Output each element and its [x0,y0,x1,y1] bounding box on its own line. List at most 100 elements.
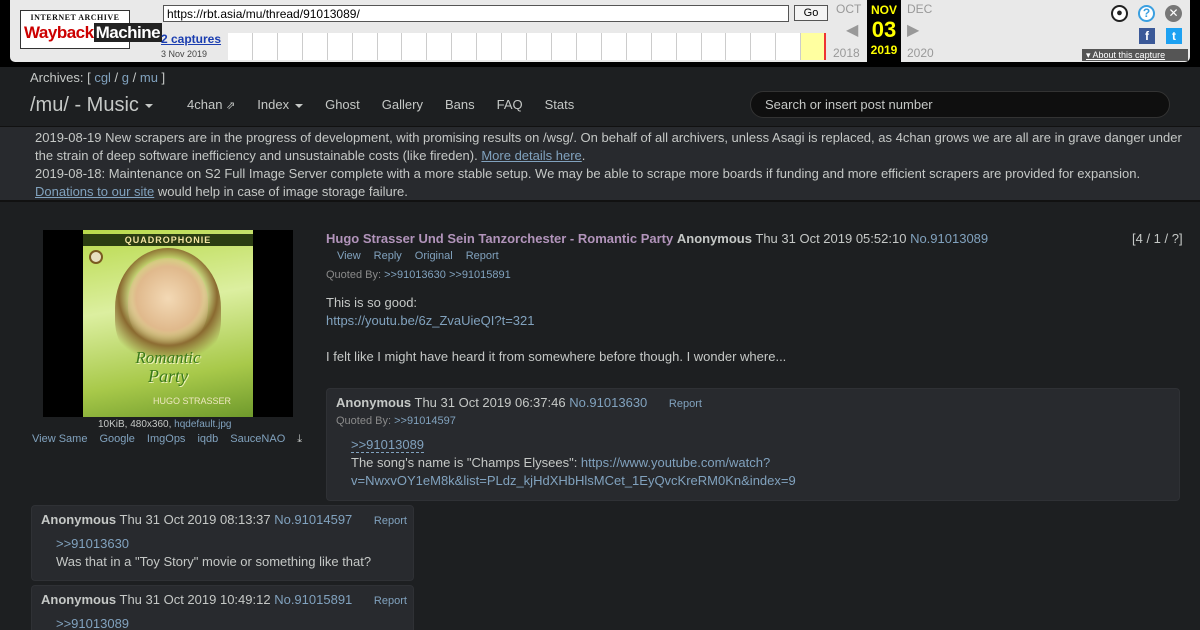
op-post-date: Thu 31 Oct 2019 05:52:10 [755,231,907,246]
sparkline-month[interactable] [751,33,777,60]
report-button[interactable]: Report [374,595,407,607]
op-file-name-link[interactable]: hqdefault.jpg [174,419,231,430]
nav-stats[interactable]: Stats [545,97,575,112]
prev-month-label[interactable]: OCT [836,2,861,16]
sparkline-month[interactable] [676,33,702,60]
next-year-label[interactable]: 2020 [907,46,934,60]
report-button[interactable]: Report [669,398,702,410]
sparkline-month[interactable] [701,33,727,60]
sparkline-month[interactable] [427,33,453,60]
reply-header: Anonymous Thu 31 Oct 2019 06:37:46 No.91… [336,395,702,410]
twitter-icon[interactable]: t [1166,28,1182,44]
nav-ghost[interactable]: Ghost [325,97,360,112]
wayback-logo-top: INTERNET ARCHIVE [30,13,120,22]
op-youtube-link[interactable]: https://youtu.be/6z_ZvaUieQI?t=321 [326,313,535,328]
sparkline-month[interactable] [527,33,552,60]
view-button[interactable]: View [337,250,361,262]
reply-post-number[interactable]: No.91013630 [569,395,647,410]
reply-post-number[interactable]: No.91014597 [274,512,352,527]
quote-link[interactable]: >>91013089 [56,616,129,630]
user-account-icon[interactable]: ● [1111,5,1128,22]
sparkline-month[interactable] [228,33,253,60]
donations-link[interactable]: Donations to our site [35,184,154,199]
next-month-label[interactable]: DEC [907,2,932,16]
nav-4chan-label: 4chan [187,97,223,112]
saucenao-link[interactable]: SauceNAO [230,433,285,446]
sparkline-month[interactable] [302,33,328,60]
sparkline-month[interactable] [327,33,353,60]
wayback-url-input[interactable]: https://rbt.asia/mu/thread/91013089/ [163,5,789,22]
quote-link[interactable]: >>91013630 [56,536,129,551]
google-search-link[interactable]: Google [99,433,134,446]
reply-text: The song's name is "Champs Elysees": [351,455,581,470]
help-icon[interactable]: ? [1138,5,1155,22]
report-button[interactable]: Report [374,515,407,527]
view-same-link[interactable]: View Same [32,433,87,446]
sparkline-month[interactable] [576,33,602,60]
download-icon[interactable]: ⤓ [297,433,302,446]
post-search-input[interactable]: Search or insert post number [750,91,1170,118]
nav-gallery[interactable]: Gallery [382,97,423,112]
about-capture-button[interactable]: ▾ About this capture [1082,49,1188,61]
quoted-by-link[interactable]: >>91014597 [394,415,456,427]
next-capture-arrow-icon[interactable]: ▶ [907,20,919,40]
op-body-line: This is so good: [326,295,418,310]
archive-link-cgl[interactable]: cgl [94,70,111,85]
sparkline-month[interactable] [801,33,827,60]
sparkline-month[interactable] [352,33,378,60]
close-icon[interactable]: ✕ [1165,5,1182,22]
quote-link[interactable]: >>91013089 [351,437,425,453]
prev-capture-arrow-icon[interactable]: ◀ [846,20,858,40]
record-label-icon [89,250,103,264]
youtube-link-continued[interactable]: v=NwxvOY1eM8k&list=PLdz_kjHdXHbHlsMCet_1… [351,473,796,488]
reply-post-number[interactable]: No.91015891 [274,592,352,607]
imgops-link[interactable]: ImgOps [147,433,186,446]
wayback-go-button[interactable]: Go [794,5,828,21]
original-button[interactable]: Original [415,250,453,262]
wayback-logo-wordmark: Wayback Machine [24,23,163,45]
reply-button[interactable]: Reply [374,250,402,262]
op-post-number[interactable]: No.91013089 [910,231,988,246]
machine-logo-word: Machine [93,23,163,42]
nav-bans[interactable]: Bans [445,97,475,112]
prev-year-label[interactable]: 2018 [833,46,860,60]
sparkline-month[interactable] [277,33,303,60]
sparkline-month[interactable] [651,33,677,60]
sparkline-month[interactable] [477,33,503,60]
board-title-dropdown[interactable]: /mu/ - Music [30,94,153,117]
archive-link-g[interactable]: g [122,70,129,85]
quoted-by-link[interactable]: >>91015891 [449,269,511,281]
sparkline-month[interactable] [626,33,652,60]
quoted-by-label: Quoted By: [336,415,392,427]
iqdb-link[interactable]: iqdb [197,433,218,446]
archive-link-mu[interactable]: mu [140,70,158,85]
wayback-logo[interactable]: INTERNET ARCHIVE Wayback Machine [20,10,163,49]
op-thumbnail-image[interactable]: QUADROPHONIE Romantic Party HUGO STRASSE… [43,230,293,417]
reply-poster-name: Anonymous [41,512,117,527]
album-cover-artist: HUGO STRASSER [153,396,232,406]
wayback-captures-link[interactable]: 2 captures [161,32,221,46]
nav-index[interactable]: Index [257,97,304,112]
sparkline-month[interactable] [726,33,752,60]
board-title: /mu/ - Music [30,94,139,116]
reply-body: >>91013630 Was that in a "Toy Story" mov… [56,535,406,571]
sparkline-capture-mark [824,33,826,60]
quoted-by-link[interactable]: >>91013630 [384,269,446,281]
wayback-sparkline[interactable] [228,33,827,60]
sparkline-month[interactable] [776,33,802,60]
more-details-link[interactable]: More details here [481,148,581,163]
nav-faq[interactable]: FAQ [497,97,523,112]
sparkline-month[interactable] [252,33,278,60]
sparkline-month[interactable] [402,33,428,60]
sparkline-month[interactable] [551,33,577,60]
report-button[interactable]: Report [466,250,499,262]
nav-4chan[interactable]: 4chan ⇗ [187,97,235,112]
sparkline-month[interactable] [601,33,627,60]
reply-post-date: Thu 31 Oct 2019 08:13:37 [119,512,271,527]
sparkline-month[interactable] [377,33,403,60]
facebook-icon[interactable]: f [1139,28,1155,44]
sparkline-month[interactable] [502,33,528,60]
sparkline-month[interactable] [452,33,478,60]
op-file-meta: 10KiB, 480x360, [98,419,172,430]
youtube-link[interactable]: https://www.youtube.com/watch? [581,455,770,470]
